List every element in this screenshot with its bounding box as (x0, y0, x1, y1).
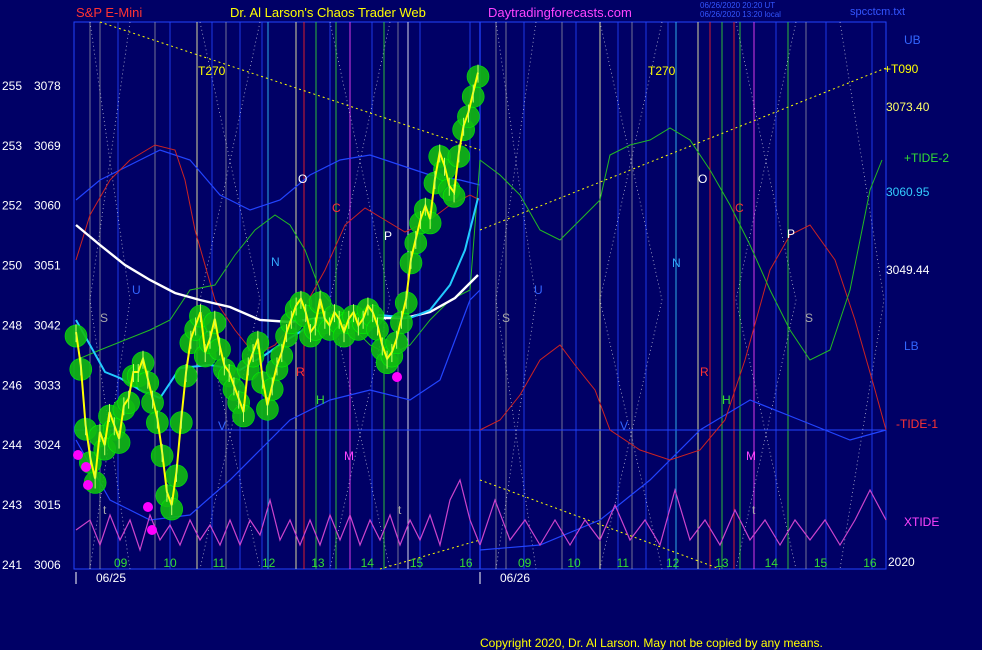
x-tick-day2-2: 11 (617, 556, 630, 570)
right-label-7: -TIDE-1 (896, 417, 938, 431)
x-tick-day1-1: 10 (163, 556, 177, 570)
marker-label-12: S (100, 311, 108, 325)
x-tick-day1-6: 15 (410, 556, 424, 570)
marker-label-20: M (746, 449, 756, 463)
y-tick-right-6: 3024 (34, 438, 61, 452)
x-tick-day2-5: 14 (765, 556, 779, 570)
low-marker-2 (83, 480, 93, 490)
y-tick-right-5: 3033 (34, 378, 61, 392)
x-tick-day1-3: 12 (262, 556, 276, 570)
y-tick-left-5: 246 (2, 378, 22, 392)
instrument-title: S&P E-Mini (76, 5, 142, 20)
right-label-2: 3073.40 (886, 100, 930, 114)
marker-label-19: M (344, 449, 354, 463)
file-name: spcctcm.txt (850, 6, 905, 18)
low-marker-3 (143, 502, 153, 512)
x-tick-day1-4: 13 (311, 556, 325, 570)
y-tick-right-4: 3042 (34, 318, 61, 332)
marker-label-22: V (620, 419, 628, 433)
low-marker-4 (147, 525, 157, 535)
right-label-1: +T090 (884, 62, 919, 76)
marker-label-15: R (296, 365, 305, 379)
right-label-4: 3060.95 (886, 185, 930, 199)
marker-label-4: C (332, 201, 341, 215)
y-tick-left-3: 250 (2, 259, 22, 273)
marker-label-9: N (672, 256, 681, 270)
y-tick-right-0: 3078 (34, 79, 61, 93)
x-tick-day2-4: 13 (715, 556, 729, 570)
y-tick-right-1: 3069 (34, 139, 61, 153)
y-tick-right-8: 3006 (34, 558, 61, 572)
low-marker-5 (392, 372, 402, 382)
marker-label-5: C (735, 201, 744, 215)
marker-label-21: V (218, 419, 226, 433)
y-tick-left-6: 244 (2, 438, 22, 452)
site-url-link[interactable]: Daytradingforecasts.com (488, 5, 632, 20)
x-tick-day1-2: 11 (213, 556, 226, 570)
chart-background (0, 0, 982, 650)
marker-label-3: O (698, 172, 707, 186)
right-label-0: UB (904, 33, 921, 47)
x-tick-day2-7: 16 (863, 556, 877, 570)
y-tick-right-2: 3060 (34, 199, 61, 213)
timestamp-ut: 06/26/2020 20:20 UT (700, 1, 775, 10)
timestamp-local: 06/26/2020 13:20 local (700, 10, 781, 19)
marker-label-13: S (502, 311, 510, 325)
x-tick-day2-0: 09 (518, 556, 532, 570)
x-tick-day1-5: 14 (361, 556, 375, 570)
y-tick-right-3: 3051 (34, 259, 61, 273)
x-tick-day2-1: 10 (567, 556, 581, 570)
copyright-text: Copyright 2020, Dr. Al Larson. May not b… (480, 636, 823, 650)
y-tick-left-0: 255 (2, 79, 22, 93)
marker-label-14: S (805, 311, 813, 325)
right-label-8: XTIDE (904, 515, 939, 529)
marker-label-18: H (722, 393, 731, 407)
chaos-chart: T270 T270O OC CP PN NU US S SR RH HM MV Vt t t S&P E-M… (0, 0, 982, 650)
marker-label-8: N (271, 255, 280, 269)
right-label-5: 3049.44 (886, 263, 930, 277)
y-tick-left-4: 248 (2, 318, 22, 332)
marker-label-2: O (298, 172, 307, 186)
low-marker-0 (73, 450, 83, 460)
marker-label-17: H (316, 393, 325, 407)
x-date-2: 06/26 (500, 571, 530, 585)
marker-label-7: P (787, 227, 795, 241)
x-tick-day2-6: 15 (814, 556, 828, 570)
marker-label-16: R (700, 365, 709, 379)
y-tick-right-7: 3015 (34, 498, 61, 512)
right-label-6: LB (904, 339, 919, 353)
site-title: Dr. Al Larson's Chaos Trader Web (230, 5, 426, 20)
y-tick-left-2: 252 (2, 199, 22, 213)
marker-label-10: U (132, 283, 141, 297)
y-tick-left-8: 241 (2, 558, 22, 572)
x-tick-day1-0: 09 (114, 556, 128, 570)
marker-label-0: T270 (198, 64, 226, 78)
marker-label-1: T270 (648, 64, 676, 78)
marker-label-11: U (534, 283, 543, 297)
low-marker-1 (81, 462, 91, 472)
x-date-1: 06/25 (96, 571, 126, 585)
right-label-3: +TIDE-2 (904, 151, 949, 165)
y-tick-left-7: 243 (2, 498, 22, 512)
x-tick-day2-3: 12 (666, 556, 680, 570)
right-label-9: 2020 (888, 555, 915, 569)
y-tick-left-1: 253 (2, 139, 22, 153)
marker-label-6: P (384, 229, 392, 243)
x-tick-day1-7: 16 (459, 556, 473, 570)
